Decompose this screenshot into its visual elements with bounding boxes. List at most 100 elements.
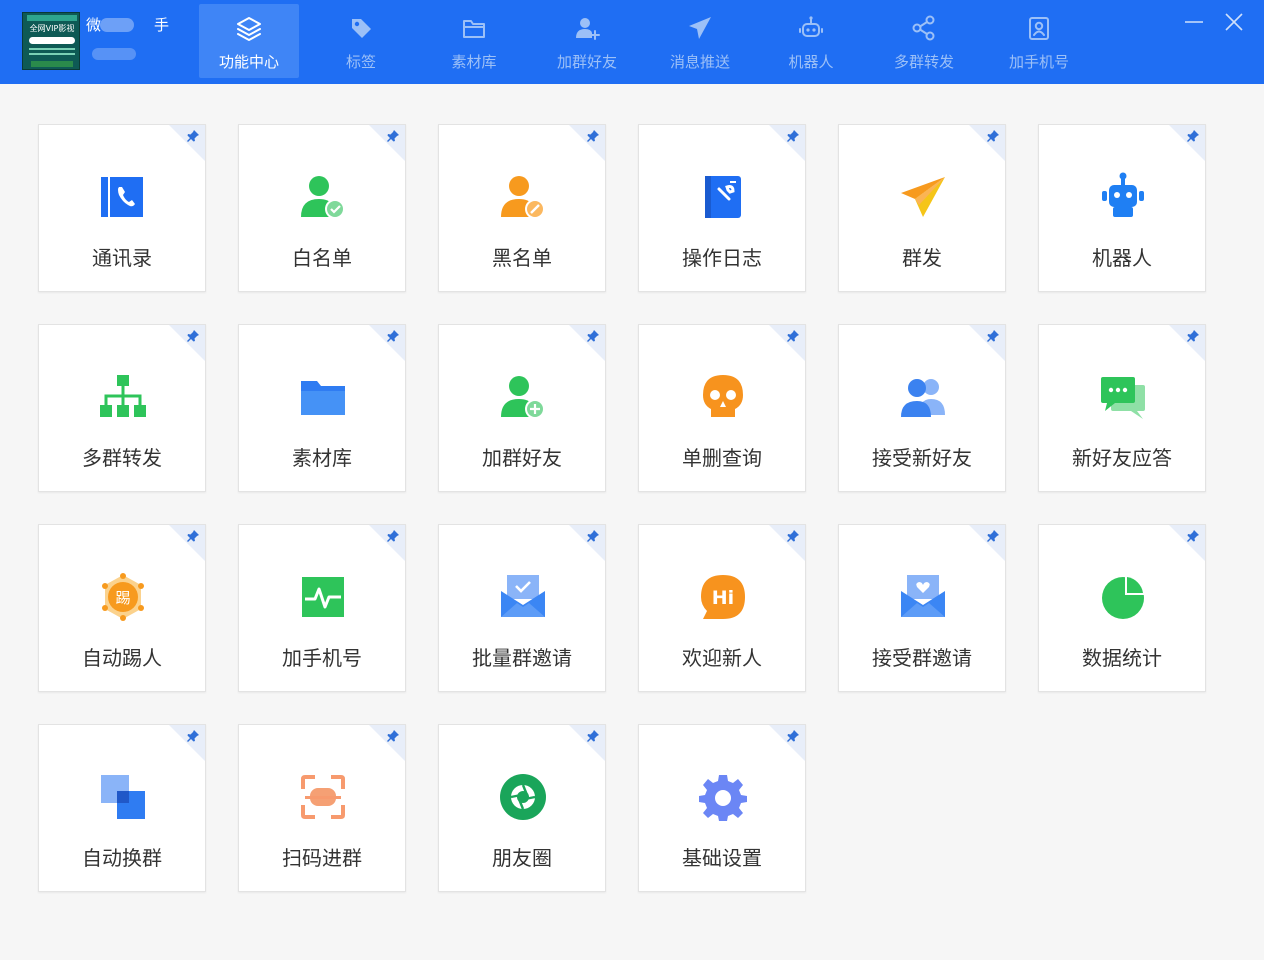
nav-tab-1[interactable]: 标签	[311, 4, 411, 78]
kick-badge-icon: 踢	[102, 573, 144, 621]
user-block-icon	[501, 176, 545, 219]
account-name-redacted	[100, 18, 134, 32]
feature-card-label: 机器人	[1092, 246, 1152, 270]
close-icon[interactable]	[1220, 8, 1248, 36]
layers-icon	[237, 17, 261, 41]
feature-card[interactable]: 新好友应答	[1038, 324, 1206, 492]
nav-tab-label: 多群转发	[893, 53, 954, 71]
feature-card[interactable]: 踢自动踢人	[38, 524, 206, 692]
users-icon	[901, 379, 945, 417]
log-book-icon	[705, 176, 741, 218]
pin-icon[interactable]	[1185, 528, 1201, 544]
feature-card[interactable]: 自动换群	[38, 724, 206, 892]
feature-card-label: 接受群邀请	[872, 646, 972, 670]
feature-card[interactable]: 基础设置	[638, 724, 806, 892]
account-name-prefix: 微	[86, 16, 102, 34]
feature-card[interactable]: 素材库	[238, 324, 406, 492]
send-icon	[689, 17, 711, 39]
svg-text:踢: 踢	[115, 589, 130, 607]
feature-card-label: 数据统计	[1082, 646, 1162, 670]
share-icon	[912, 15, 935, 41]
nav-tab-7[interactable]: 加手机号	[989, 4, 1089, 78]
nav-tab-5[interactable]: 机器人	[761, 4, 861, 78]
nav-tab-label: 加手机号	[1008, 53, 1069, 71]
chat-bubbles-icon	[1101, 377, 1145, 419]
nav-tab-4[interactable]: 消息推送	[650, 4, 750, 78]
nav-tab-label: 标签	[345, 53, 376, 71]
nav-tab-label: 素材库	[451, 53, 497, 71]
feature-card[interactable]: 单删查询	[638, 324, 806, 492]
pin-icon[interactable]	[785, 128, 801, 144]
pin-icon[interactable]	[785, 528, 801, 544]
nav-tab-6[interactable]: 多群转发	[874, 4, 974, 78]
feature-card-label: 扫码进群	[282, 846, 362, 870]
feature-card-label: 单删查询	[682, 446, 762, 470]
feature-card-label: 朋友圈	[492, 846, 552, 870]
pin-icon[interactable]	[785, 328, 801, 344]
feature-card[interactable]: 接受群邀请	[838, 524, 1006, 692]
svg-text:Hi: Hi	[712, 587, 734, 609]
nav-tab-2[interactable]: 素材库	[424, 4, 524, 78]
pin-icon[interactable]	[185, 528, 201, 544]
robot-icon	[1102, 172, 1144, 217]
feature-card[interactable]: 数据统计	[1038, 524, 1206, 692]
feature-card[interactable]: 黑名单	[438, 124, 606, 292]
feature-card[interactable]: 加手机号	[238, 524, 406, 692]
feature-card[interactable]: 操作日志	[638, 124, 806, 292]
feature-card[interactable]: 白名单	[238, 124, 406, 292]
account-name-suffix: 手	[154, 16, 170, 34]
pin-icon[interactable]	[985, 528, 1001, 544]
org-tree-icon	[100, 375, 146, 417]
feature-card-label: 欢迎新人	[682, 646, 762, 670]
contact-card-icon	[1029, 17, 1049, 40]
nav-tab-label: 功能中心	[218, 53, 279, 71]
pin-icon[interactable]	[1185, 128, 1201, 144]
pin-icon[interactable]	[385, 328, 401, 344]
nav-tab-0[interactable]: 功能中心	[199, 4, 299, 78]
feature-card[interactable]: 加群好友	[438, 324, 606, 492]
feature-card[interactable]: 多群转发	[38, 324, 206, 492]
folder-icon	[301, 381, 345, 415]
scan-icon	[301, 775, 345, 819]
feature-card[interactable]: Hi 欢迎新人	[638, 524, 806, 692]
feature-card-label: 加群好友	[482, 446, 562, 470]
avatar-text: 全网VIP影视	[29, 24, 75, 33]
pie-chart-icon	[1102, 575, 1145, 619]
nav-tab-label: 消息推送	[669, 53, 730, 71]
pin-icon[interactable]	[1185, 328, 1201, 344]
mail-check-icon	[501, 575, 545, 617]
camera-aperture-icon	[500, 774, 546, 820]
pin-icon[interactable]	[585, 128, 601, 144]
add-user-icon	[576, 18, 600, 40]
pin-icon[interactable]	[185, 128, 201, 144]
feature-card-label: 群发	[902, 246, 942, 270]
avatar[interactable]: 全网VIP影视	[22, 12, 80, 70]
user-check-icon	[301, 176, 345, 219]
pin-icon[interactable]	[185, 728, 201, 744]
pin-icon[interactable]	[185, 328, 201, 344]
mail-heart-icon	[901, 575, 945, 617]
pin-icon[interactable]	[585, 728, 601, 744]
feature-card[interactable]: 扫码进群	[238, 724, 406, 892]
feature-card[interactable]: 群发	[838, 124, 1006, 292]
feature-card[interactable]: 通讯录	[38, 124, 206, 292]
feature-card[interactable]: 接受新好友	[838, 324, 1006, 492]
pin-icon[interactable]	[985, 128, 1001, 144]
pin-icon[interactable]	[785, 728, 801, 744]
pin-icon[interactable]	[585, 528, 601, 544]
pin-icon[interactable]	[385, 128, 401, 144]
feature-card[interactable]: 朋友圈	[438, 724, 606, 892]
feature-card[interactable]: 机器人	[1038, 124, 1206, 292]
pin-icon[interactable]	[385, 728, 401, 744]
paper-plane-icon	[901, 177, 945, 217]
feature-card[interactable]: 批量群邀请	[438, 524, 606, 692]
pin-icon[interactable]	[385, 528, 401, 544]
nav-tab-label: 加群好友	[556, 53, 617, 71]
hi-bubble-icon: Hi	[701, 575, 745, 619]
minimize-icon[interactable]	[1180, 8, 1208, 36]
pin-icon[interactable]	[585, 328, 601, 344]
nav-tab-3[interactable]: 加群好友	[537, 4, 637, 78]
feature-card-label: 批量群邀请	[472, 646, 572, 670]
pin-icon[interactable]	[985, 328, 1001, 344]
account-panel[interactable]: 全网VIP影视 微 手	[22, 12, 172, 70]
